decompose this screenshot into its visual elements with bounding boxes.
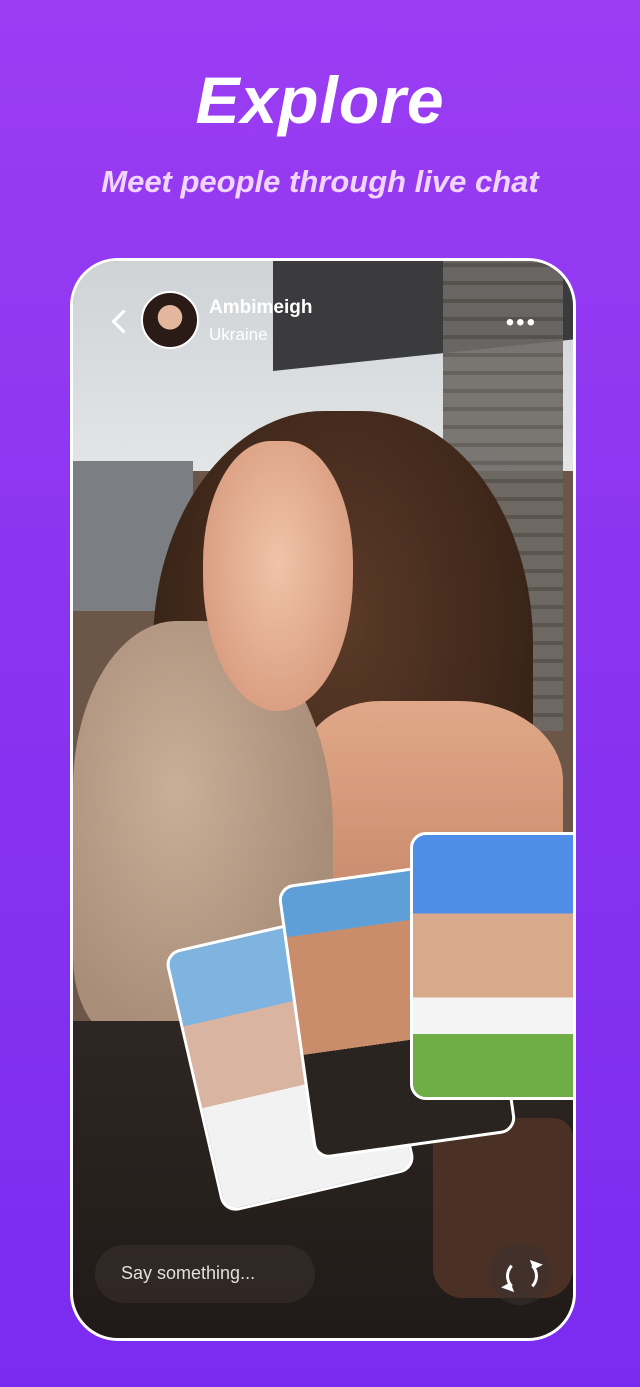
back-button[interactable] — [109, 305, 133, 335]
avatar[interactable] — [141, 291, 199, 349]
subheadline: Meet people through live chat — [101, 164, 539, 199]
headline: Explore — [195, 63, 445, 137]
call-header: Ambimeigh Ukraine ••• — [73, 261, 573, 379]
profile-card[interactable] — [410, 832, 573, 1100]
person-face — [203, 441, 353, 711]
more-button[interactable]: ••• — [506, 309, 537, 337]
refresh-icon — [506, 1260, 538, 1292]
message-input[interactable]: Say something... — [95, 1245, 315, 1303]
more-icon: ••• — [505, 309, 537, 336]
message-placeholder: Say something... — [121, 1263, 256, 1283]
phone-screen: Ambimeigh Ukraine ••• Say something... — [70, 258, 576, 1341]
switch-button[interactable] — [489, 1243, 551, 1305]
user-name: Ambimeigh — [209, 297, 313, 318]
user-country: Ukraine — [209, 325, 268, 344]
